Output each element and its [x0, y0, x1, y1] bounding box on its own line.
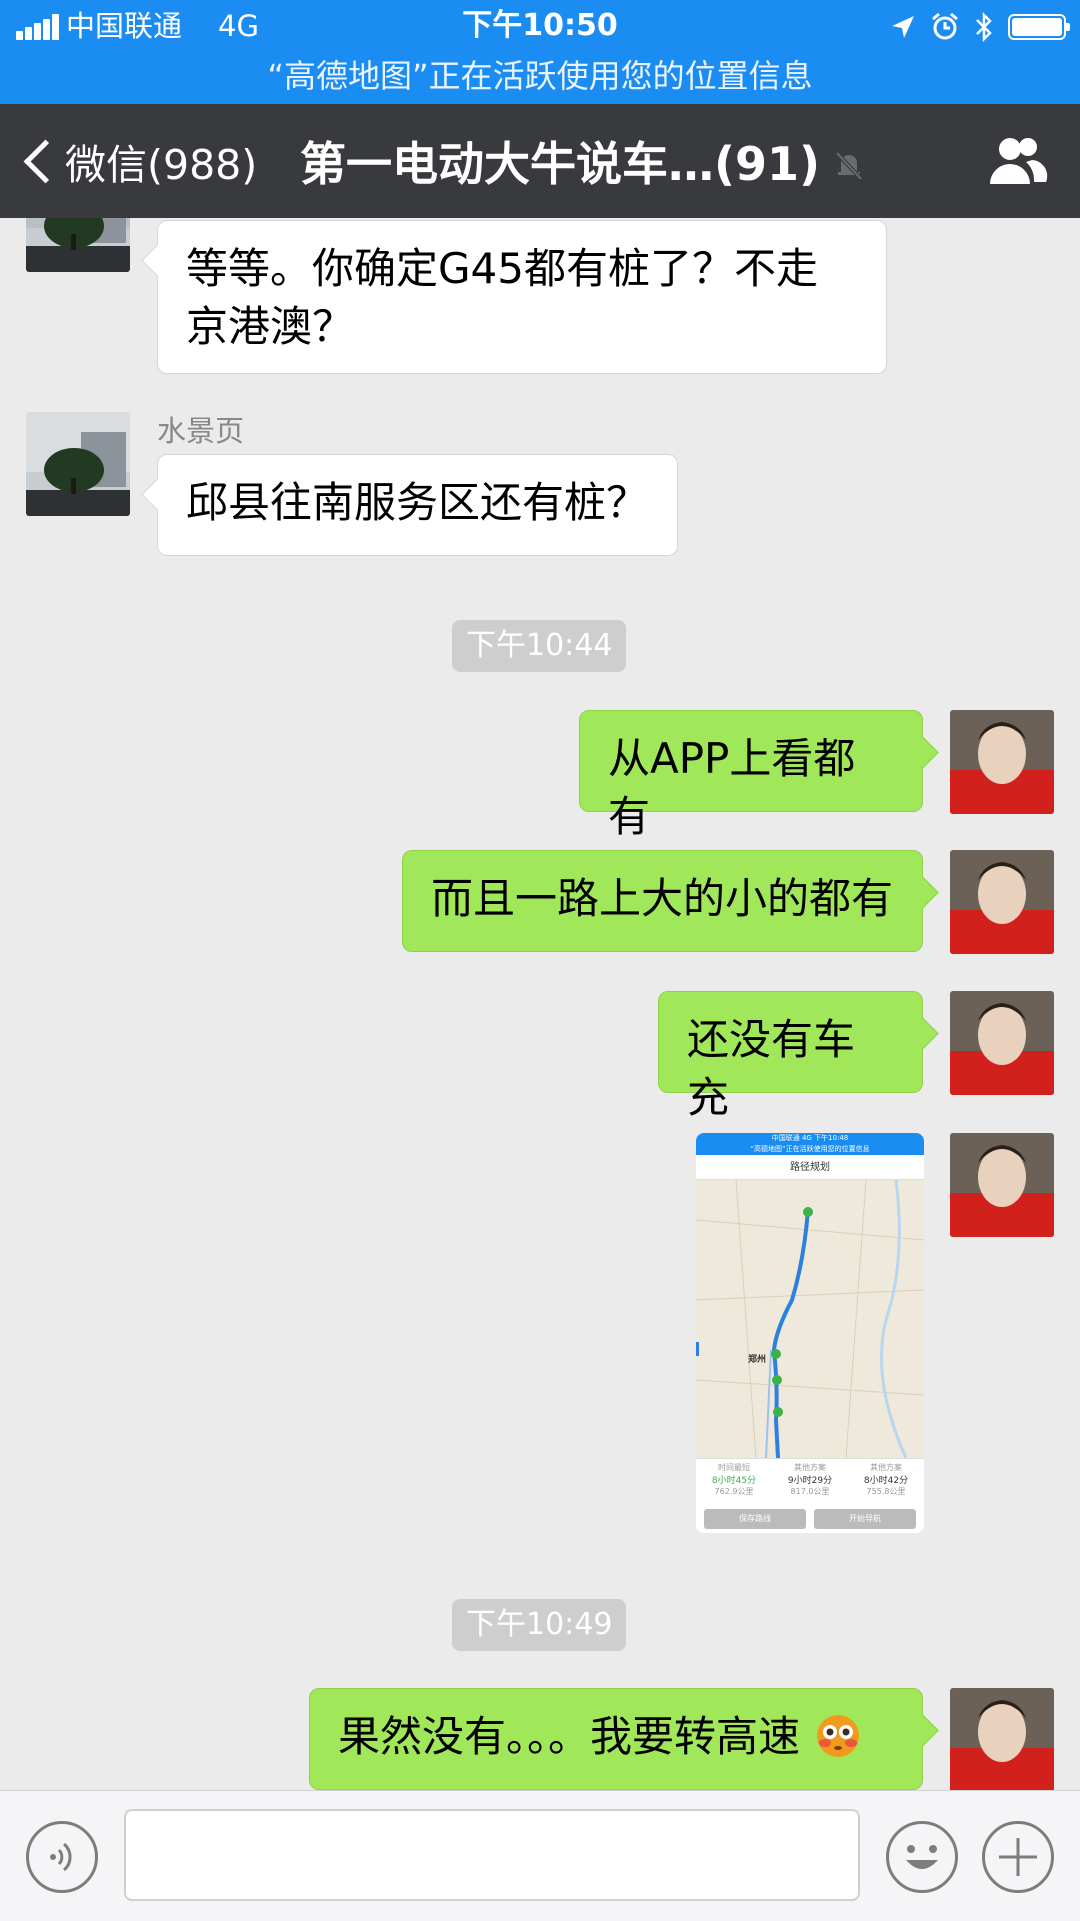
timestamp: 下午10:44 [452, 620, 627, 672]
message-bubble-incoming[interactable]: 等等。你确定G45都有桩了？不走京港澳？ [157, 220, 887, 374]
avatar[interactable] [26, 412, 130, 516]
status-bar: 中国联通 4G 下午10:50 “高德地图”正在活跃使用您的位置信息 [0, 0, 1080, 104]
thumb-start-nav-button: 开始导航 [814, 1509, 916, 1529]
chat-title: 第一电动大牛说车…(91) [300, 137, 821, 191]
message-bubble-outgoing[interactable]: 而且一路上大的小的都有 [402, 850, 923, 952]
emoji-button[interactable] [886, 1821, 958, 1893]
avatar[interactable] [26, 218, 130, 272]
chevron-left-icon [23, 139, 68, 183]
group-members-icon[interactable] [988, 134, 1048, 186]
message-bubble-outgoing[interactable]: 果然没有。。。我要转高速 [309, 1688, 923, 1790]
mute-bell-icon [835, 151, 863, 181]
message-bubble-outgoing[interactable]: 还没有车充 [658, 991, 923, 1122]
voice-input-button[interactable] [26, 1821, 98, 1893]
thumb-city-label: 郑州 [748, 1355, 767, 1365]
message-bubble-incoming[interactable]: 邱县往南服务区还有桩？ [157, 454, 678, 556]
message-input-bar [0, 1790, 1080, 1921]
smiley-icon [906, 1845, 938, 1869]
more-actions-button[interactable] [982, 1821, 1054, 1893]
plus-icon [999, 1838, 1037, 1876]
sender-name: 水景页 [157, 414, 245, 448]
thumb-title: 路径规划 [790, 1162, 830, 1173]
location-arrow-icon [892, 16, 914, 38]
location-usage-banner[interactable]: “高德地图”正在活跃使用您的位置信息 [0, 52, 1080, 100]
message-list[interactable]: 等等。你确定G45都有桩了？不走京港澳？ 水景页 邱县往南服务区还有桩？ 下午1… [0, 218, 1080, 1790]
battery-icon [1008, 14, 1070, 40]
message-text: 果然没有。。。我要转高速 [338, 1712, 801, 1761]
message-text-field[interactable] [124, 1809, 860, 1901]
avatar[interactable] [950, 1688, 1054, 1790]
avatar[interactable] [950, 991, 1054, 1095]
avatar[interactable] [950, 1133, 1054, 1237]
back-label: 微信(988) [65, 141, 258, 189]
image-message-route-map[interactable]: 中国联通 4G 下午10:48 “高德地图”正在活跃使用您的位置信息 路径规划 … [696, 1133, 924, 1533]
avatar[interactable] [950, 850, 1054, 954]
thumb-status-bar: 中国联通 4G 下午10:48 “高德地图”正在活跃使用您的位置信息 [696, 1133, 924, 1155]
bluetooth-icon [976, 11, 992, 43]
back-button[interactable]: 微信(988) [18, 104, 257, 218]
thumb-save-route-button: 保存路线 [704, 1509, 806, 1529]
chat-nav-bar: 微信(988) 第一电动大牛说车…(91) [0, 104, 1080, 218]
voice-wave-icon [50, 1842, 72, 1872]
timestamp: 下午10:49 [452, 1599, 627, 1651]
avatar[interactable] [950, 710, 1054, 814]
thumb-map: 郑州 [696, 1179, 924, 1459]
alarm-icon [932, 12, 958, 40]
message-bubble-outgoing[interactable]: 从APP上看都有 [579, 710, 923, 841]
flushed-face-emoji-icon [817, 1715, 860, 1757]
